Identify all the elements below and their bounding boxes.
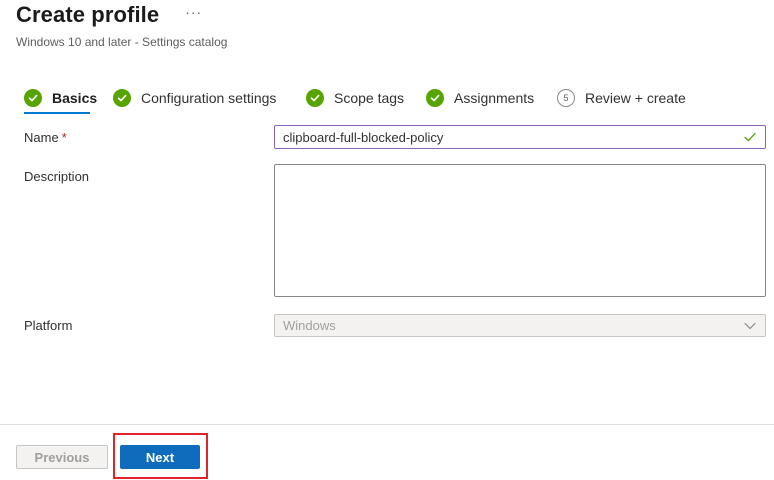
step-label: Assignments	[454, 90, 535, 106]
more-horizontal-icon[interactable]: ···	[185, 5, 202, 19]
step-basics[interactable]: Basics	[24, 84, 98, 114]
next-button-highlight	[113, 433, 208, 479]
name-input-value: clipboard-full-blocked-policy	[283, 129, 444, 145]
platform-selected-value: Windows	[283, 318, 336, 333]
step-number-badge: 5	[557, 89, 575, 107]
description-label: Description	[24, 169, 90, 184]
platform-dropdown[interactable]: Windows	[274, 314, 766, 337]
required-marker: *	[61, 130, 67, 145]
page-title: Create profile	[16, 2, 160, 27]
platform-label: Platform	[24, 318, 73, 333]
step-configuration-settings[interactable]: Configuration settings	[113, 84, 276, 112]
title-row: Create profile ···	[16, 2, 202, 28]
create-profile-page: Create profile ··· Windows 10 and later …	[0, 0, 774, 480]
check-icon	[744, 132, 756, 142]
name-label: Name *	[24, 130, 67, 145]
previous-button[interactable]: Previous	[16, 445, 108, 469]
step-label: Scope tags	[334, 90, 405, 106]
step-label: Configuration settings	[141, 90, 277, 106]
step-label: Basics	[52, 90, 98, 106]
step-scope-tags[interactable]: Scope tags	[306, 84, 404, 112]
step-review-create[interactable]: 5 Review + create	[557, 84, 686, 112]
check-circle-icon	[113, 89, 131, 107]
footer-divider	[0, 424, 774, 425]
step-assignments[interactable]: Assignments	[426, 84, 534, 112]
active-step-indicator	[24, 112, 90, 114]
name-input[interactable]: clipboard-full-blocked-policy	[274, 125, 766, 149]
check-circle-icon	[426, 89, 444, 107]
chevron-down-icon	[744, 322, 756, 329]
check-circle-icon	[24, 89, 42, 107]
step-label: Review + create	[585, 90, 686, 106]
description-textarea[interactable]	[274, 164, 766, 297]
check-circle-icon	[306, 89, 324, 107]
page-subtitle: Windows 10 and later - Settings catalog	[16, 35, 228, 49]
